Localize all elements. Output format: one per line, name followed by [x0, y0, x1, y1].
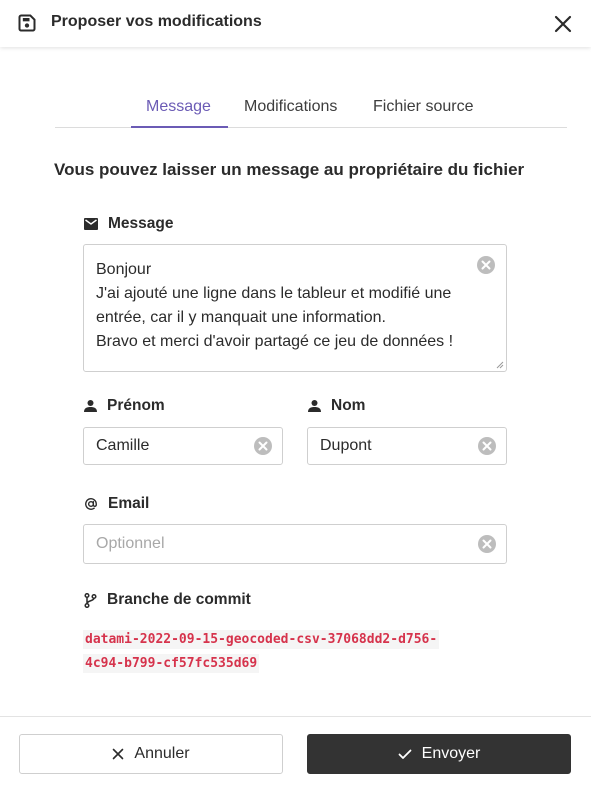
x-icon — [113, 748, 124, 760]
lastname-label-text: Nom — [331, 397, 366, 414]
message-line: entrée, car il y manquait une informatio… — [96, 309, 386, 326]
close-icon[interactable] — [551, 12, 575, 36]
lastname-label: Nom — [308, 397, 365, 415]
firstname-label: Prénom — [84, 397, 165, 415]
tab-message[interactable]: Message — [146, 98, 211, 116]
email-label-text: Email — [108, 495, 150, 512]
branch-name-line: 4c94-b799-cf57fc535d69 — [83, 654, 260, 673]
clear-circle-icon[interactable] — [477, 534, 497, 554]
at-sign-icon — [85, 498, 97, 510]
branch-label-text: Branche de commit — [107, 591, 251, 608]
mail-icon — [84, 218, 98, 230]
lastname-value: Dupont — [320, 437, 372, 454]
clear-circle-icon[interactable] — [477, 436, 497, 456]
check-icon — [398, 749, 412, 759]
message-label-text: Message — [108, 215, 174, 232]
cancel-button[interactable]: Annuler — [19, 734, 283, 774]
person-icon — [308, 400, 321, 412]
message-line: Bravo et merci d'avoir partagé ce jeu de… — [96, 333, 454, 350]
email-placeholder: Optionnel — [96, 535, 165, 552]
firstname-input[interactable]: Camille — [83, 427, 283, 465]
form-subtitle: Vous pouvez laisser un message au propri… — [54, 160, 525, 179]
person-icon — [84, 400, 97, 412]
git-branch-icon — [84, 592, 97, 608]
resize-handle-icon[interactable] — [496, 361, 504, 369]
clear-circle-icon[interactable] — [253, 436, 273, 456]
branch-label: Branche de commit — [84, 591, 251, 609]
email-input[interactable]: Optionnel — [83, 524, 507, 564]
modal-footer: Annuler Envoyer — [0, 716, 591, 790]
modal-header: Proposer vos modifications — [0, 0, 591, 47]
send-button-label: Envoyer — [421, 745, 481, 762]
tab-source-file[interactable]: Fichier source — [373, 98, 473, 116]
save-icon — [18, 14, 36, 32]
lastname-input[interactable]: Dupont — [307, 427, 507, 465]
tab-modifications[interactable]: Modifications — [244, 98, 337, 116]
modal-title: Proposer vos modifications — [51, 13, 262, 30]
message-line: Bonjour — [96, 261, 152, 278]
message-line: J'ai ajouté une ligne dans le tableur et… — [96, 285, 452, 302]
email-label: Email — [84, 495, 149, 513]
active-tab-indicator — [131, 126, 228, 128]
firstname-value: Camille — [96, 437, 150, 454]
message-textarea[interactable]: Bonjour J'ai ajouté une ligne dans le ta… — [83, 244, 507, 372]
branch-name-code: datami-2022-09-15-geocoded-csv-37068dd2-… — [83, 628, 440, 676]
message-label: Message — [84, 215, 173, 233]
tab-bar: Message Modifications Fichier source — [55, 86, 567, 128]
clear-circle-icon[interactable] — [476, 255, 496, 275]
send-button[interactable]: Envoyer — [307, 734, 571, 774]
branch-name-line: datami-2022-09-15-geocoded-csv-37068dd2-… — [83, 630, 440, 649]
cancel-button-label: Annuler — [134, 745, 190, 762]
firstname-label-text: Prénom — [107, 397, 165, 414]
